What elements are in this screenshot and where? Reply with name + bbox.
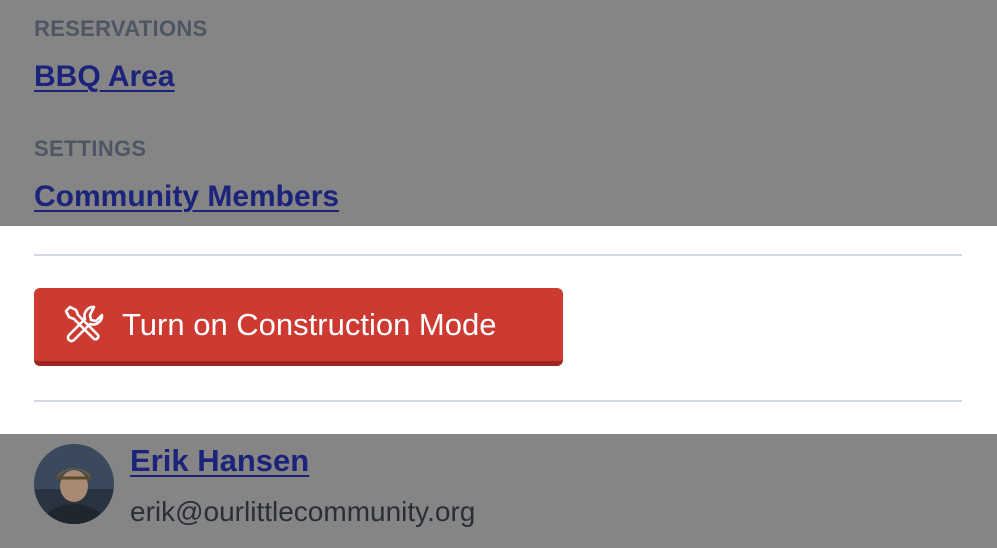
divider-bottom	[34, 400, 962, 402]
tools-icon	[64, 303, 108, 347]
section-label-settings: SETTINGS	[34, 136, 147, 161]
construction-panel: Turn on Construction Mode	[0, 226, 997, 434]
avatar	[34, 444, 114, 524]
construction-mode-label: Turn on Construction Mode	[122, 306, 497, 342]
divider-top	[34, 254, 962, 256]
user-email: erik@ourlittlecommunity.org	[130, 496, 476, 527]
nav-link-bbq-area[interactable]: BBQ Area	[34, 60, 175, 94]
nav-link-community-members[interactable]: Community Members	[34, 180, 339, 214]
user-name-link[interactable]: Erik Hansen	[130, 443, 309, 479]
section-label-reservations: RESERVATIONS	[34, 16, 208, 41]
construction-mode-button[interactable]: Turn on Construction Mode	[34, 288, 563, 366]
